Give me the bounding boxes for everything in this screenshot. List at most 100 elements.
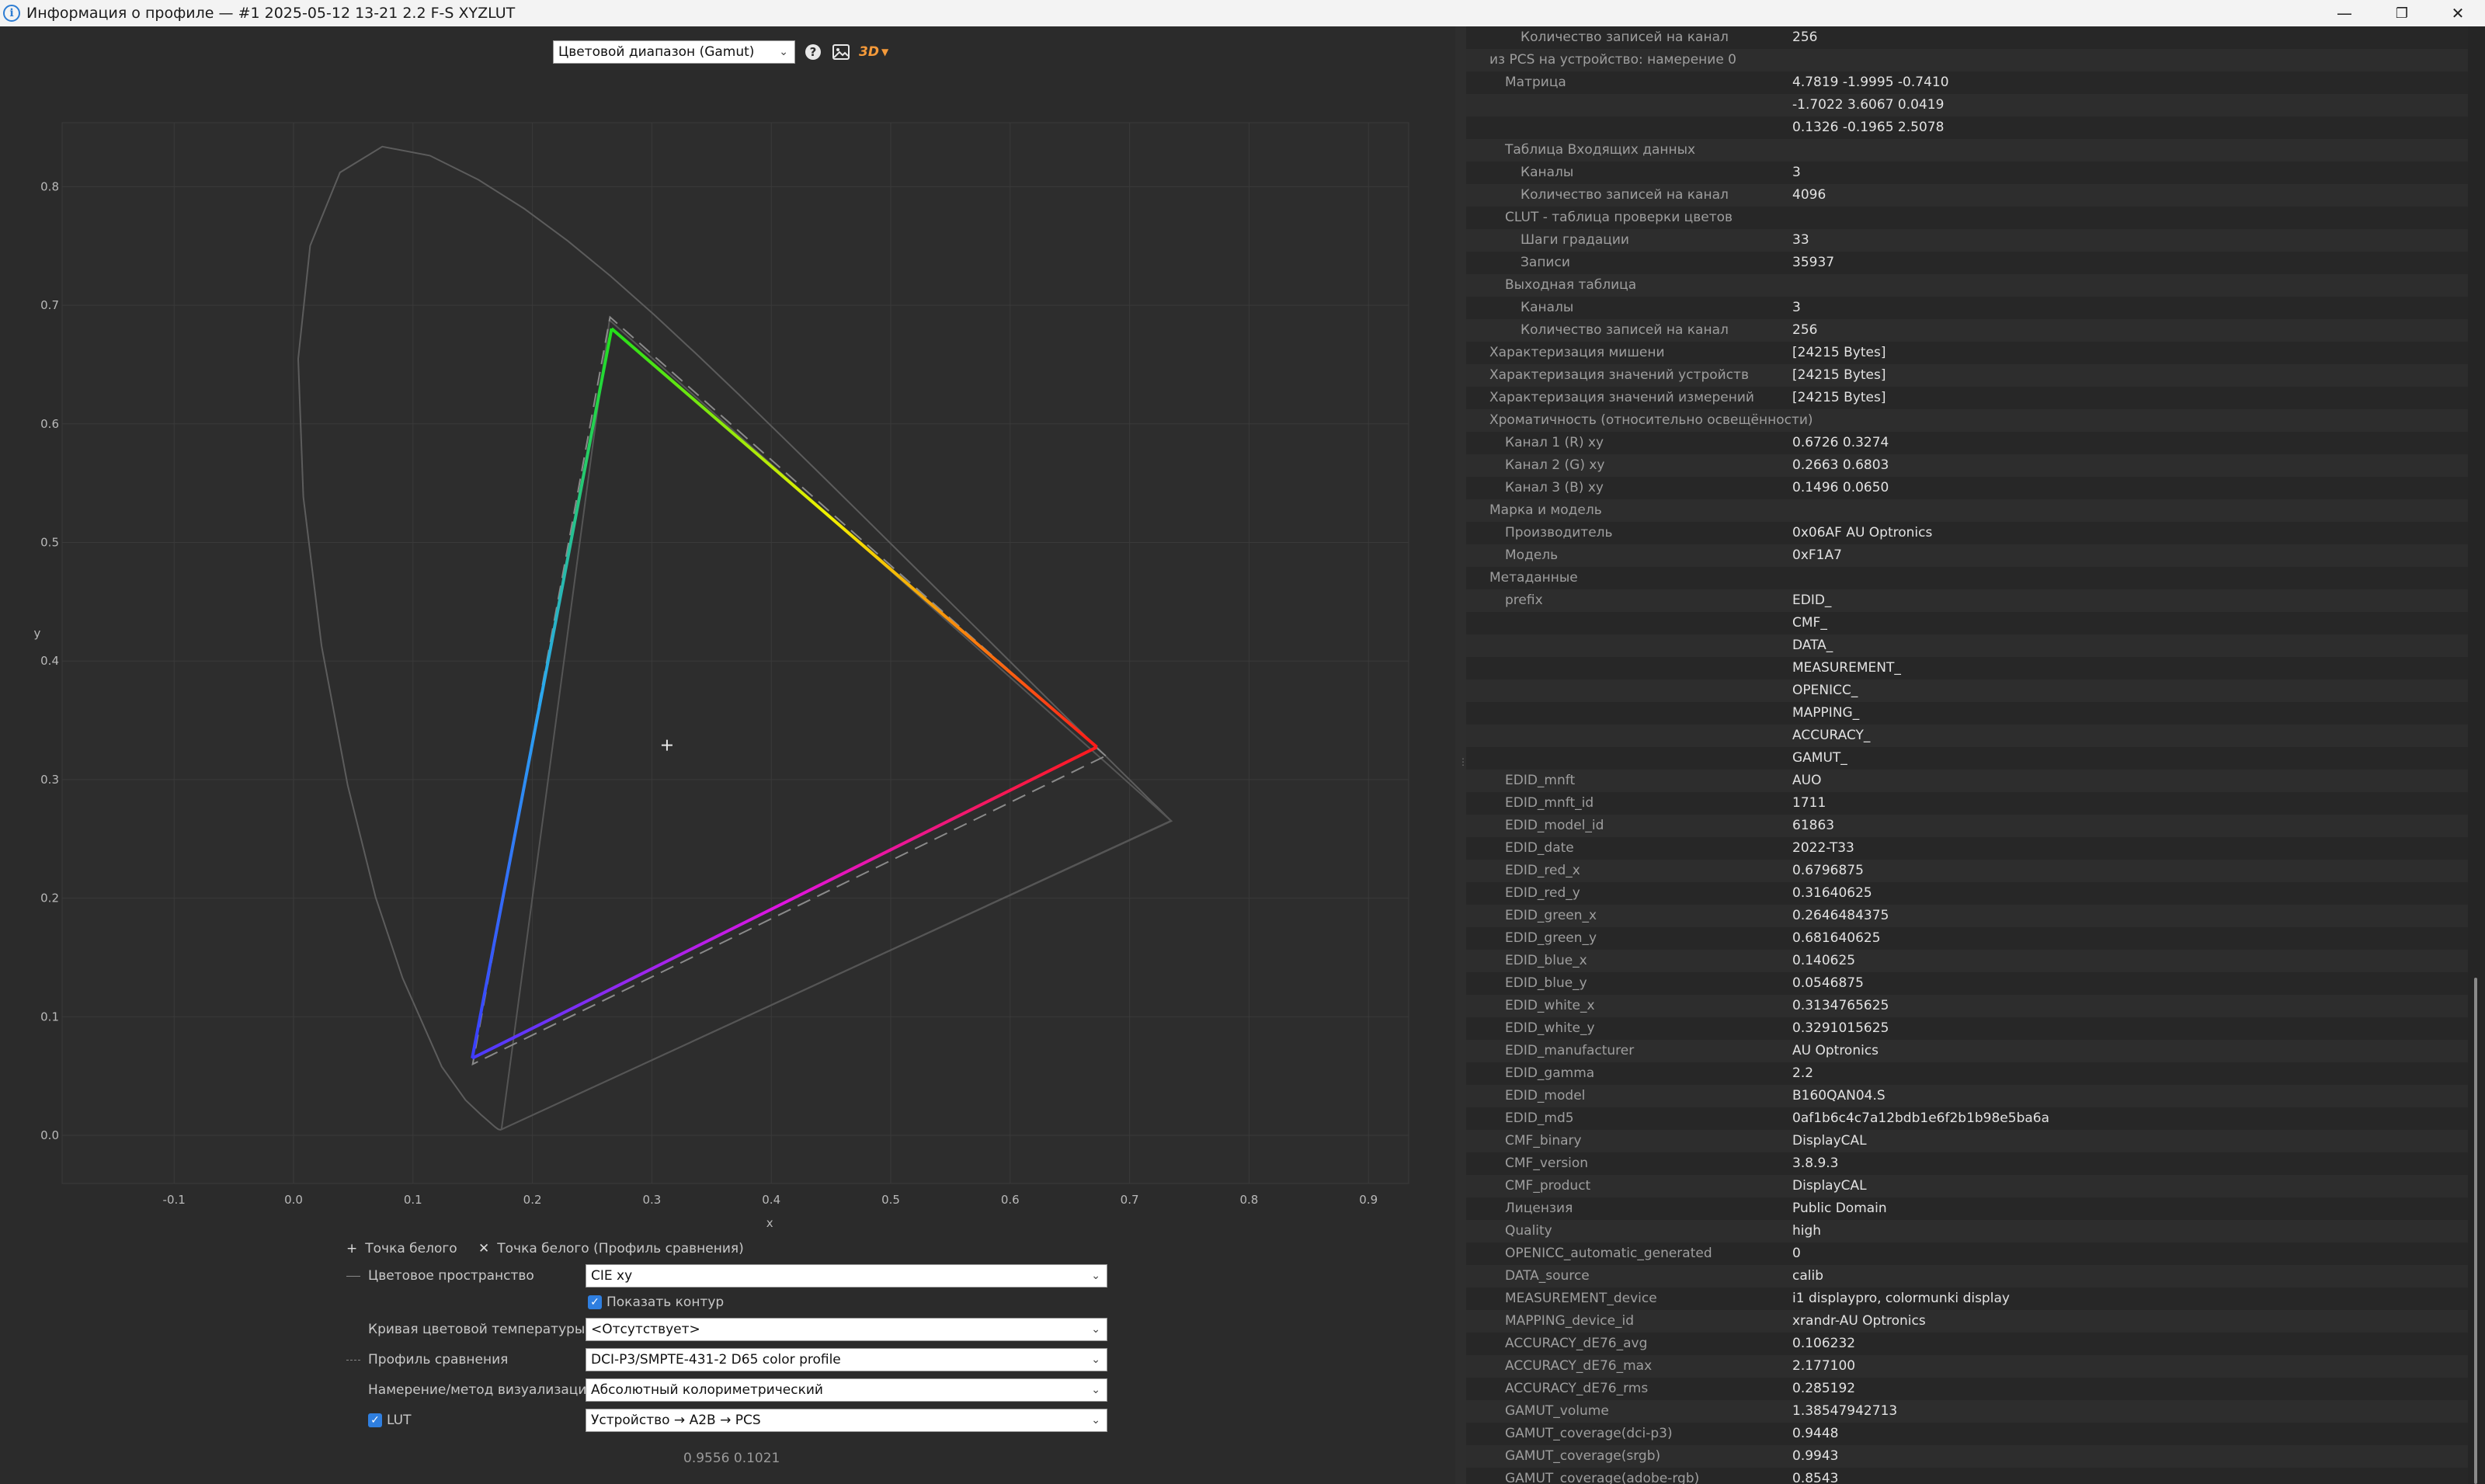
info-row[interactable]: GAMUT_coverage(srgb) 0.9943	[1466, 1445, 2468, 1468]
info-row[interactable]: EDID_date 2022-T33	[1466, 837, 2468, 860]
info-row[interactable]: Матрица 4.7819 -1.9995 -0.7410	[1466, 71, 2468, 94]
info-row[interactable]: GAMUT_	[1466, 747, 2468, 770]
info-row[interactable]: CMF_binary DisplayCAL	[1466, 1130, 2468, 1152]
help-icon[interactable]: ?	[803, 42, 823, 62]
info-row[interactable]: MEASUREMENT_device i1 displaypro, colormu…	[1466, 1288, 2468, 1310]
info-row[interactable]: CLUT - таблица проверки цветов	[1466, 207, 2468, 229]
panel-splitter[interactable]: ⋮	[1455, 26, 1468, 1484]
compare-profile-select[interactable]: DCI-P3/SMPTE-431-2 D65 color profile ⌄	[586, 1348, 1107, 1371]
info-row[interactable]: Лицензия Public Domain	[1466, 1197, 2468, 1220]
info-value: 0x06AF AU Optronics	[1792, 525, 1933, 540]
maximize-button[interactable]: ❐	[2375, 0, 2429, 26]
info-row[interactable]: ACCURACY_dE76_max 2.177100	[1466, 1355, 2468, 1378]
info-row[interactable]: DATA_	[1466, 634, 2468, 657]
info-row[interactable]: Quality high	[1466, 1220, 2468, 1242]
info-row[interactable]: EDID_blue_y 0.0546875	[1466, 972, 2468, 995]
info-row[interactable]: DATA_source calib	[1466, 1265, 2468, 1288]
gamut-plot[interactable]: -0.1 0.0 0.1 0.2 0.3 0.4 0.5 0.6 0.7 0.8 0.9 0.0 0.1…	[0, 89, 1455, 1246]
lut-checkbox[interactable]: ✓ LUT	[368, 1413, 411, 1428]
intent-select[interactable]: Абсолютный колориметрический ⌄	[586, 1378, 1107, 1402]
info-row[interactable]: EDID_mnft AUO	[1466, 770, 2468, 792]
info-row[interactable]: Количество записей на канал 4096	[1466, 184, 2468, 207]
info-row[interactable]: Канал 3 (B) xy 0.1496 0.0650	[1466, 477, 2468, 499]
view-3d-button[interactable]: 3D ▼	[859, 42, 888, 62]
info-row[interactable]: EDID_model B160QAN04.S	[1466, 1085, 2468, 1107]
profile-info-list[interactable]: Количество записей на канал 256 из PCS на …	[1466, 26, 2468, 1484]
info-row[interactable]: GAMUT_coverage(adobe-rgb) 0.8543	[1466, 1468, 2468, 1484]
view-select[interactable]: Цветовой диапазон (Gamut) ⌄	[553, 40, 795, 64]
info-key: GAMUT_coverage(adobe-rgb)	[1505, 1471, 1700, 1484]
chevron-down-icon: ⌄	[1091, 1270, 1100, 1282]
info-row[interactable]: Шаги градации 33	[1466, 229, 2468, 252]
info-value: 35937	[1792, 255, 1835, 270]
info-row[interactable]: из PCS на устройство: намерение 0	[1466, 49, 2468, 71]
info-row[interactable]: OPENICC_	[1466, 679, 2468, 702]
info-row[interactable]: EDID_gamma 2.2	[1466, 1062, 2468, 1085]
info-row[interactable]: CMF_version 3.8.9.3	[1466, 1152, 2468, 1175]
info-row[interactable]: Записи 35937	[1466, 252, 2468, 274]
info-value: [24215 Bytes]	[1792, 345, 1886, 360]
info-row[interactable]: Характеризация значений устройств [24215 …	[1466, 364, 2468, 387]
info-value: 0.8543	[1792, 1471, 1839, 1484]
info-row[interactable]: Хроматичность (относительно освещённости…	[1466, 409, 2468, 432]
lut-select[interactable]: Устройство → A2B → PCS ⌄	[586, 1409, 1107, 1432]
info-row[interactable]: GAMUT_coverage(dci-p3) 0.9448	[1466, 1423, 2468, 1445]
info-row[interactable]: Канал 1 (R) xy 0.6726 0.3274	[1466, 432, 2468, 454]
color-space-select[interactable]: CIE xy ⌄	[586, 1264, 1107, 1288]
plot-area[interactable]	[61, 122, 1409, 1184]
info-row[interactable]: MAPPING_	[1466, 702, 2468, 725]
info-row[interactable]: EDID_blue_x 0.140625	[1466, 950, 2468, 972]
info-row[interactable]: EDID_md5 0af1b6c4c7a12bdb1e6f2b1b98e5ba6a	[1466, 1107, 2468, 1130]
info-row[interactable]: EDID_manufacturer AU Optronics	[1466, 1040, 2468, 1062]
info-row[interactable]: GAMUT_volume 1.38547942713	[1466, 1400, 2468, 1423]
info-row[interactable]: EDID_white_y 0.3291015625	[1466, 1017, 2468, 1040]
show-outline-checkbox[interactable]: ✓ Показать контур	[588, 1295, 724, 1310]
info-row[interactable]: MEASUREMENT_	[1466, 657, 2468, 679]
image-icon[interactable]	[831, 42, 851, 62]
info-row[interactable]: ACCURACY_dE76_avg 0.106232	[1466, 1333, 2468, 1355]
info-row[interactable]: EDID_red_y 0.31640625	[1466, 882, 2468, 905]
info-key: EDID_mnft	[1505, 773, 1576, 788]
info-row[interactable]: Выходная таблица	[1466, 274, 2468, 297]
info-row[interactable]: MAPPING_device_id xrandr-AU Optronics	[1466, 1310, 2468, 1333]
info-row[interactable]: Модель 0xF1A7	[1466, 544, 2468, 567]
info-row[interactable]: Количество записей на канал 256	[1466, 319, 2468, 342]
info-row[interactable]: Характеризация значений измерений [24215 …	[1466, 387, 2468, 409]
info-row[interactable]: -1.7022 3.6067 0.0419	[1466, 94, 2468, 116]
minimize-button[interactable]: —	[2317, 0, 2372, 26]
info-row[interactable]: EDID_model_id 61863	[1466, 815, 2468, 837]
info-value: 1711	[1792, 795, 1826, 811]
info-row[interactable]: prefix EDID_	[1466, 589, 2468, 612]
info-row[interactable]: EDID_green_x 0.2646484375	[1466, 905, 2468, 927]
info-row[interactable]: EDID_white_x 0.3134765625	[1466, 995, 2468, 1017]
info-key: Количество записей на канал	[1521, 322, 1729, 338]
info-value: 4096	[1792, 187, 1826, 203]
info-row[interactable]: OPENICC_automatic_generated 0	[1466, 1242, 2468, 1265]
info-row[interactable]: EDID_green_y 0.681640625	[1466, 927, 2468, 950]
chevron-down-icon: ⌄	[779, 46, 788, 58]
close-button[interactable]: ✕	[2431, 0, 2485, 26]
info-row[interactable]: Производитель 0x06AF AU Optronics	[1466, 522, 2468, 544]
info-row[interactable]: 0.1326 -0.1965 2.5078	[1466, 116, 2468, 139]
info-value: 0af1b6c4c7a12bdb1e6f2b1b98e5ba6a	[1792, 1110, 2050, 1126]
info-row[interactable]: Каналы 3	[1466, 162, 2468, 184]
info-row[interactable]: Характеризация мишени [24215 Bytes]	[1466, 342, 2468, 364]
info-row[interactable]: Таблица Входящих данных	[1466, 139, 2468, 162]
info-row[interactable]: ACCURACY_dE76_rms 0.285192	[1466, 1378, 2468, 1400]
view-3d-label: 3D	[859, 44, 879, 60]
info-row[interactable]: CMF_product DisplayCAL	[1466, 1175, 2468, 1197]
info-row[interactable]: EDID_red_x 0.6796875	[1466, 860, 2468, 882]
info-row[interactable]: Марка и модель	[1466, 499, 2468, 522]
info-row[interactable]: Каналы 3	[1466, 297, 2468, 319]
info-row[interactable]: Метаданные	[1466, 567, 2468, 589]
legend-white-point-ref-label: Точка белого (Профиль сравнения)	[497, 1241, 744, 1256]
cct-select[interactable]: <Отсутствует> ⌄	[586, 1318, 1107, 1341]
info-row[interactable]: Количество записей на канал 256	[1466, 26, 2468, 49]
info-row[interactable]: EDID_mnft_id 1711	[1466, 792, 2468, 815]
info-row[interactable]: CMF_	[1466, 612, 2468, 634]
info-scrollbar[interactable]	[2468, 26, 2485, 1484]
info-row[interactable]: Канал 2 (G) xy 0.2663 0.6803	[1466, 454, 2468, 477]
x-tick-label: -0.1	[163, 1193, 186, 1207]
info-row[interactable]: ACCURACY_	[1466, 725, 2468, 747]
scrollbar-thumb[interactable]	[2474, 978, 2477, 1484]
